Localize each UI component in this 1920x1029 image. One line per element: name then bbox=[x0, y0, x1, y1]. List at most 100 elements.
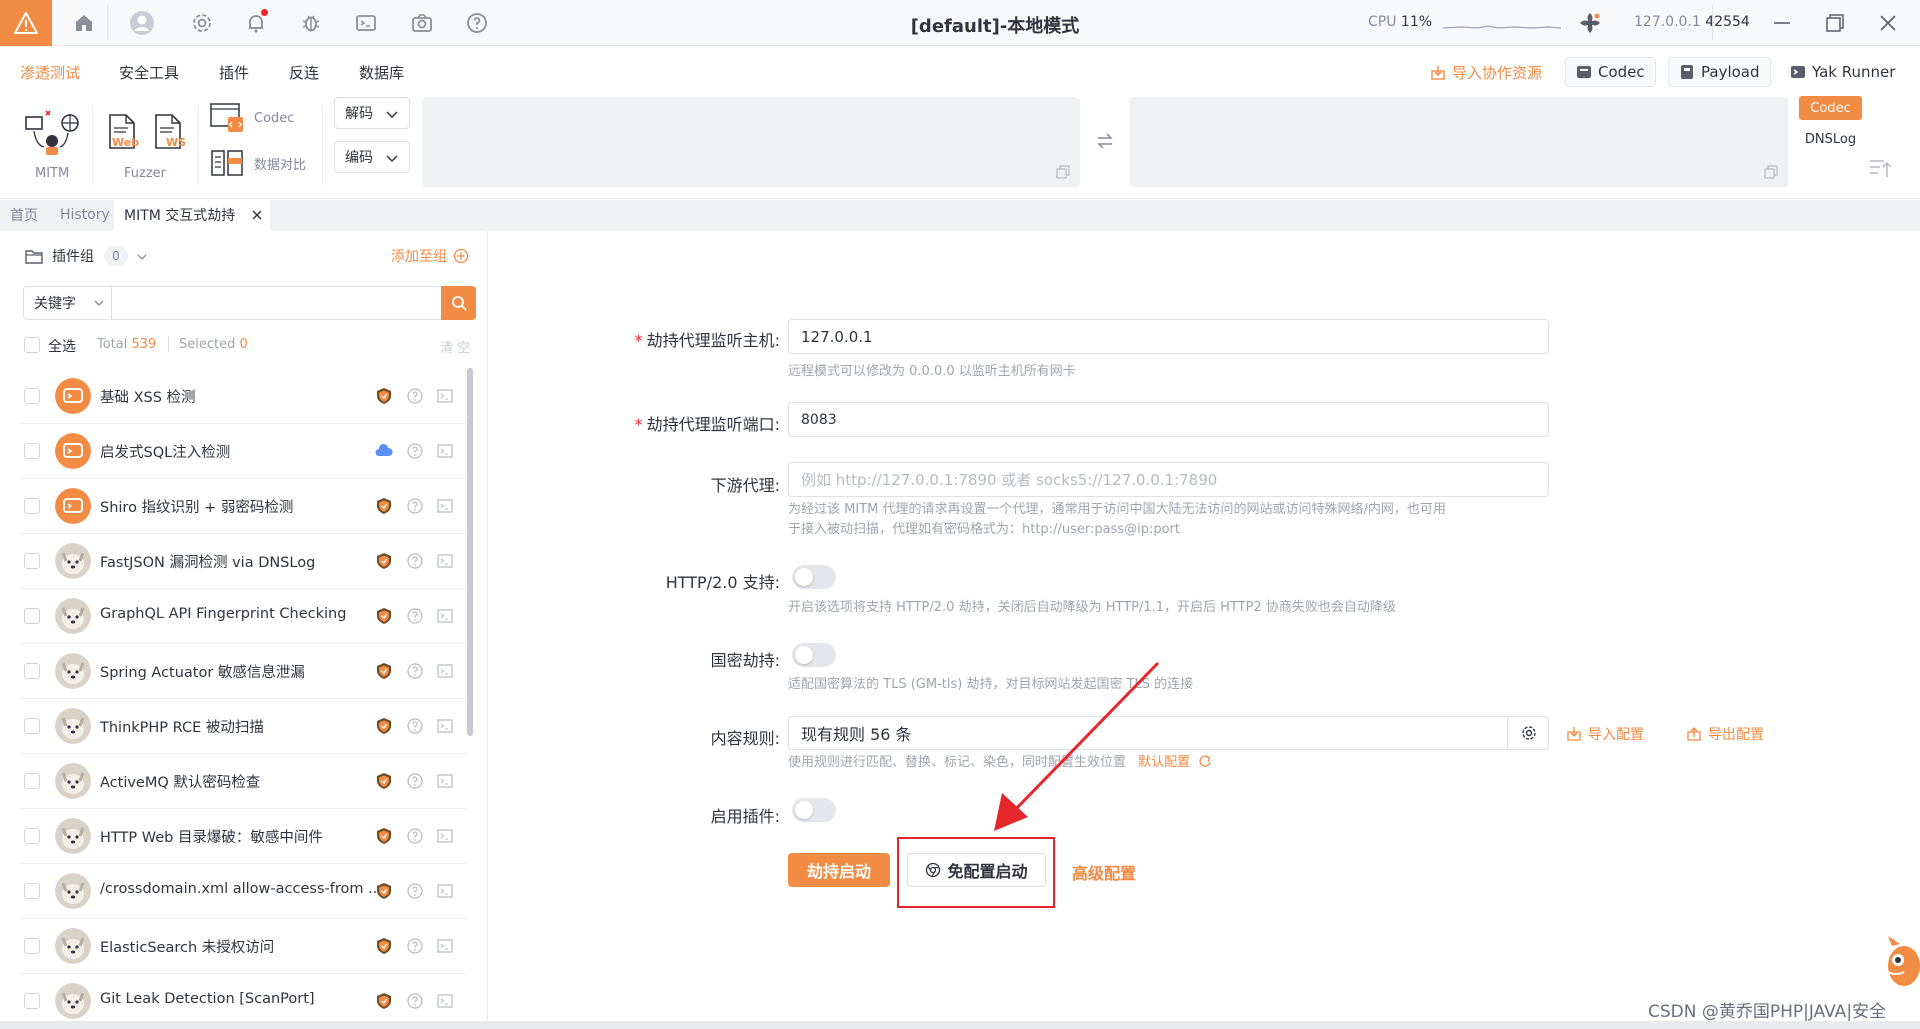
close-icon[interactable] bbox=[1877, 12, 1899, 34]
plugin-checkbox[interactable] bbox=[24, 443, 40, 459]
terminal-icon[interactable] bbox=[436, 992, 454, 1010]
yak-runner-button[interactable]: Yak Runner bbox=[1780, 57, 1905, 87]
plugin-row[interactable]: GraphQL API Fingerprint Checking bbox=[20, 589, 466, 644]
terminal-icon[interactable] bbox=[436, 717, 454, 735]
terminal-icon[interactable] bbox=[436, 772, 454, 790]
swap-icon[interactable] bbox=[1095, 131, 1115, 151]
keyword-select[interactable]: 关键字 bbox=[24, 287, 112, 319]
close-tab-icon[interactable] bbox=[252, 210, 262, 220]
help-icon[interactable] bbox=[406, 772, 424, 790]
help-icon[interactable] bbox=[406, 937, 424, 955]
terminal-icon[interactable] bbox=[352, 9, 380, 37]
decode-select[interactable]: 解码 bbox=[334, 97, 410, 129]
clear-button[interactable]: 清 空 bbox=[440, 337, 470, 356]
http2-toggle[interactable] bbox=[792, 565, 836, 589]
plugin-checkbox[interactable] bbox=[24, 883, 40, 899]
mascot-icon[interactable] bbox=[1878, 932, 1920, 990]
plugin-row[interactable]: Shiro 指纹识别 + 弱密码检测 bbox=[20, 479, 466, 534]
plugin-checkbox[interactable] bbox=[24, 938, 40, 954]
plugin-row[interactable]: Spring Actuator 敏感信息泄漏 bbox=[20, 644, 466, 699]
plugin-checkbox[interactable] bbox=[24, 773, 40, 789]
plugin-checkbox[interactable] bbox=[24, 608, 40, 624]
help-icon[interactable] bbox=[463, 9, 491, 37]
help-icon[interactable] bbox=[406, 442, 424, 460]
plugin-checkbox[interactable] bbox=[24, 388, 40, 404]
ws-fuzzer-tool[interactable]: WS bbox=[152, 114, 186, 150]
add-to-group-link[interactable]: 添加至组 bbox=[391, 246, 469, 266]
help-icon[interactable] bbox=[406, 827, 424, 845]
plugin-row[interactable]: FastJSON 漏洞检测 via DNSLog bbox=[20, 534, 466, 589]
terminal-icon[interactable] bbox=[436, 497, 454, 515]
help-icon[interactable] bbox=[406, 992, 424, 1010]
plugin-checkbox[interactable] bbox=[24, 993, 40, 1009]
user-avatar-icon[interactable] bbox=[128, 9, 156, 37]
terminal-icon[interactable] bbox=[436, 607, 454, 625]
start-hijack-button[interactable]: 劫持启动 bbox=[788, 853, 890, 887]
advanced-config-link[interactable]: 高级配置 bbox=[1072, 860, 1136, 884]
refresh-icon[interactable] bbox=[1198, 754, 1212, 768]
port-input[interactable]: 8083 bbox=[788, 402, 1549, 437]
side-tab-dnslog[interactable]: DNSLog bbox=[1799, 127, 1862, 151]
codec-output-area[interactable] bbox=[1130, 97, 1788, 187]
engine-icon[interactable] bbox=[1578, 11, 1602, 35]
terminal-icon[interactable] bbox=[436, 882, 454, 900]
plugin-row[interactable]: HTTP Web 目录爆破：敏感中间件 bbox=[20, 809, 466, 864]
help-icon[interactable] bbox=[406, 552, 424, 570]
plugin-row[interactable]: ActiveMQ 默认密码检查 bbox=[20, 754, 466, 809]
tab-home[interactable]: 首页 bbox=[0, 200, 48, 230]
tab-history[interactable]: History bbox=[50, 200, 120, 230]
home-icon[interactable] bbox=[70, 9, 98, 37]
plugin-checkbox[interactable] bbox=[24, 498, 40, 514]
plugin-checkbox[interactable] bbox=[24, 553, 40, 569]
help-icon[interactable] bbox=[406, 662, 424, 680]
menu-plugins[interactable]: 插件 bbox=[219, 62, 249, 83]
terminal-icon[interactable] bbox=[436, 387, 454, 405]
plugin-checkbox[interactable] bbox=[24, 718, 40, 734]
minimize-icon[interactable] bbox=[1771, 12, 1793, 34]
select-all-checkbox[interactable] bbox=[24, 337, 40, 353]
import-config-link[interactable]: 导入配置 bbox=[1566, 724, 1644, 744]
enable-plugins-toggle[interactable] bbox=[792, 798, 836, 822]
bell-icon[interactable] bbox=[242, 9, 270, 37]
side-tab-codec[interactable]: Codec bbox=[1799, 96, 1862, 120]
plugin-row[interactable]: ElasticSearch 未授权访问 bbox=[20, 919, 466, 974]
data-diff-tool[interactable]: 数据对比 bbox=[210, 148, 306, 178]
gear-icon[interactable] bbox=[188, 9, 216, 37]
restore-icon[interactable] bbox=[1824, 12, 1846, 34]
terminal-icon[interactable] bbox=[436, 937, 454, 955]
scrollbar-thumb[interactable] bbox=[467, 368, 473, 736]
plugin-row[interactable]: /crossdomain.xml allow-access-from ... bbox=[20, 864, 466, 919]
bug-icon[interactable] bbox=[297, 9, 325, 37]
search-button[interactable] bbox=[441, 286, 476, 320]
help-icon[interactable] bbox=[406, 497, 424, 515]
search-input[interactable] bbox=[113, 287, 440, 319]
menu-pentest[interactable]: 渗透测试 bbox=[20, 62, 80, 83]
plugin-checkbox[interactable] bbox=[24, 663, 40, 679]
encode-select[interactable]: 编码 bbox=[334, 141, 410, 173]
terminal-icon[interactable] bbox=[436, 827, 454, 845]
help-icon[interactable] bbox=[406, 882, 424, 900]
plugin-checkbox[interactable] bbox=[24, 828, 40, 844]
codec-button[interactable]: Codec bbox=[1565, 57, 1656, 87]
downstream-proxy-input[interactable]: 例如 http://127.0.0.1:7890 或者 socks5://127… bbox=[788, 462, 1549, 497]
warning-icon[interactable] bbox=[0, 0, 52, 46]
terminal-icon[interactable] bbox=[436, 442, 454, 460]
terminal-icon[interactable] bbox=[436, 552, 454, 570]
mitm-tool[interactable] bbox=[24, 109, 80, 157]
plugin-row[interactable]: ThinkPHP RCE 被动扫描 bbox=[20, 699, 466, 754]
plugin-row[interactable]: 基础 XSS 检测 bbox=[20, 369, 466, 424]
menu-database[interactable]: 数据库 bbox=[359, 62, 404, 83]
menu-security-tools[interactable]: 安全工具 bbox=[119, 62, 179, 83]
help-icon[interactable] bbox=[406, 387, 424, 405]
menu-reverse[interactable]: 反连 bbox=[289, 62, 319, 83]
help-icon[interactable] bbox=[406, 607, 424, 625]
gm-tls-toggle[interactable] bbox=[792, 643, 836, 667]
help-icon[interactable] bbox=[406, 717, 424, 735]
chevron-down-icon[interactable] bbox=[136, 251, 148, 263]
codec-input-area[interactable] bbox=[422, 97, 1080, 187]
payload-button[interactable]: Payload bbox=[1668, 57, 1771, 87]
export-config-link[interactable]: 导出配置 bbox=[1686, 724, 1764, 744]
plugin-row[interactable]: 启发式SQL注入检测 bbox=[20, 424, 466, 479]
terminal-icon[interactable] bbox=[436, 662, 454, 680]
import-resources-link[interactable]: 导入协作资源 bbox=[1430, 62, 1542, 83]
